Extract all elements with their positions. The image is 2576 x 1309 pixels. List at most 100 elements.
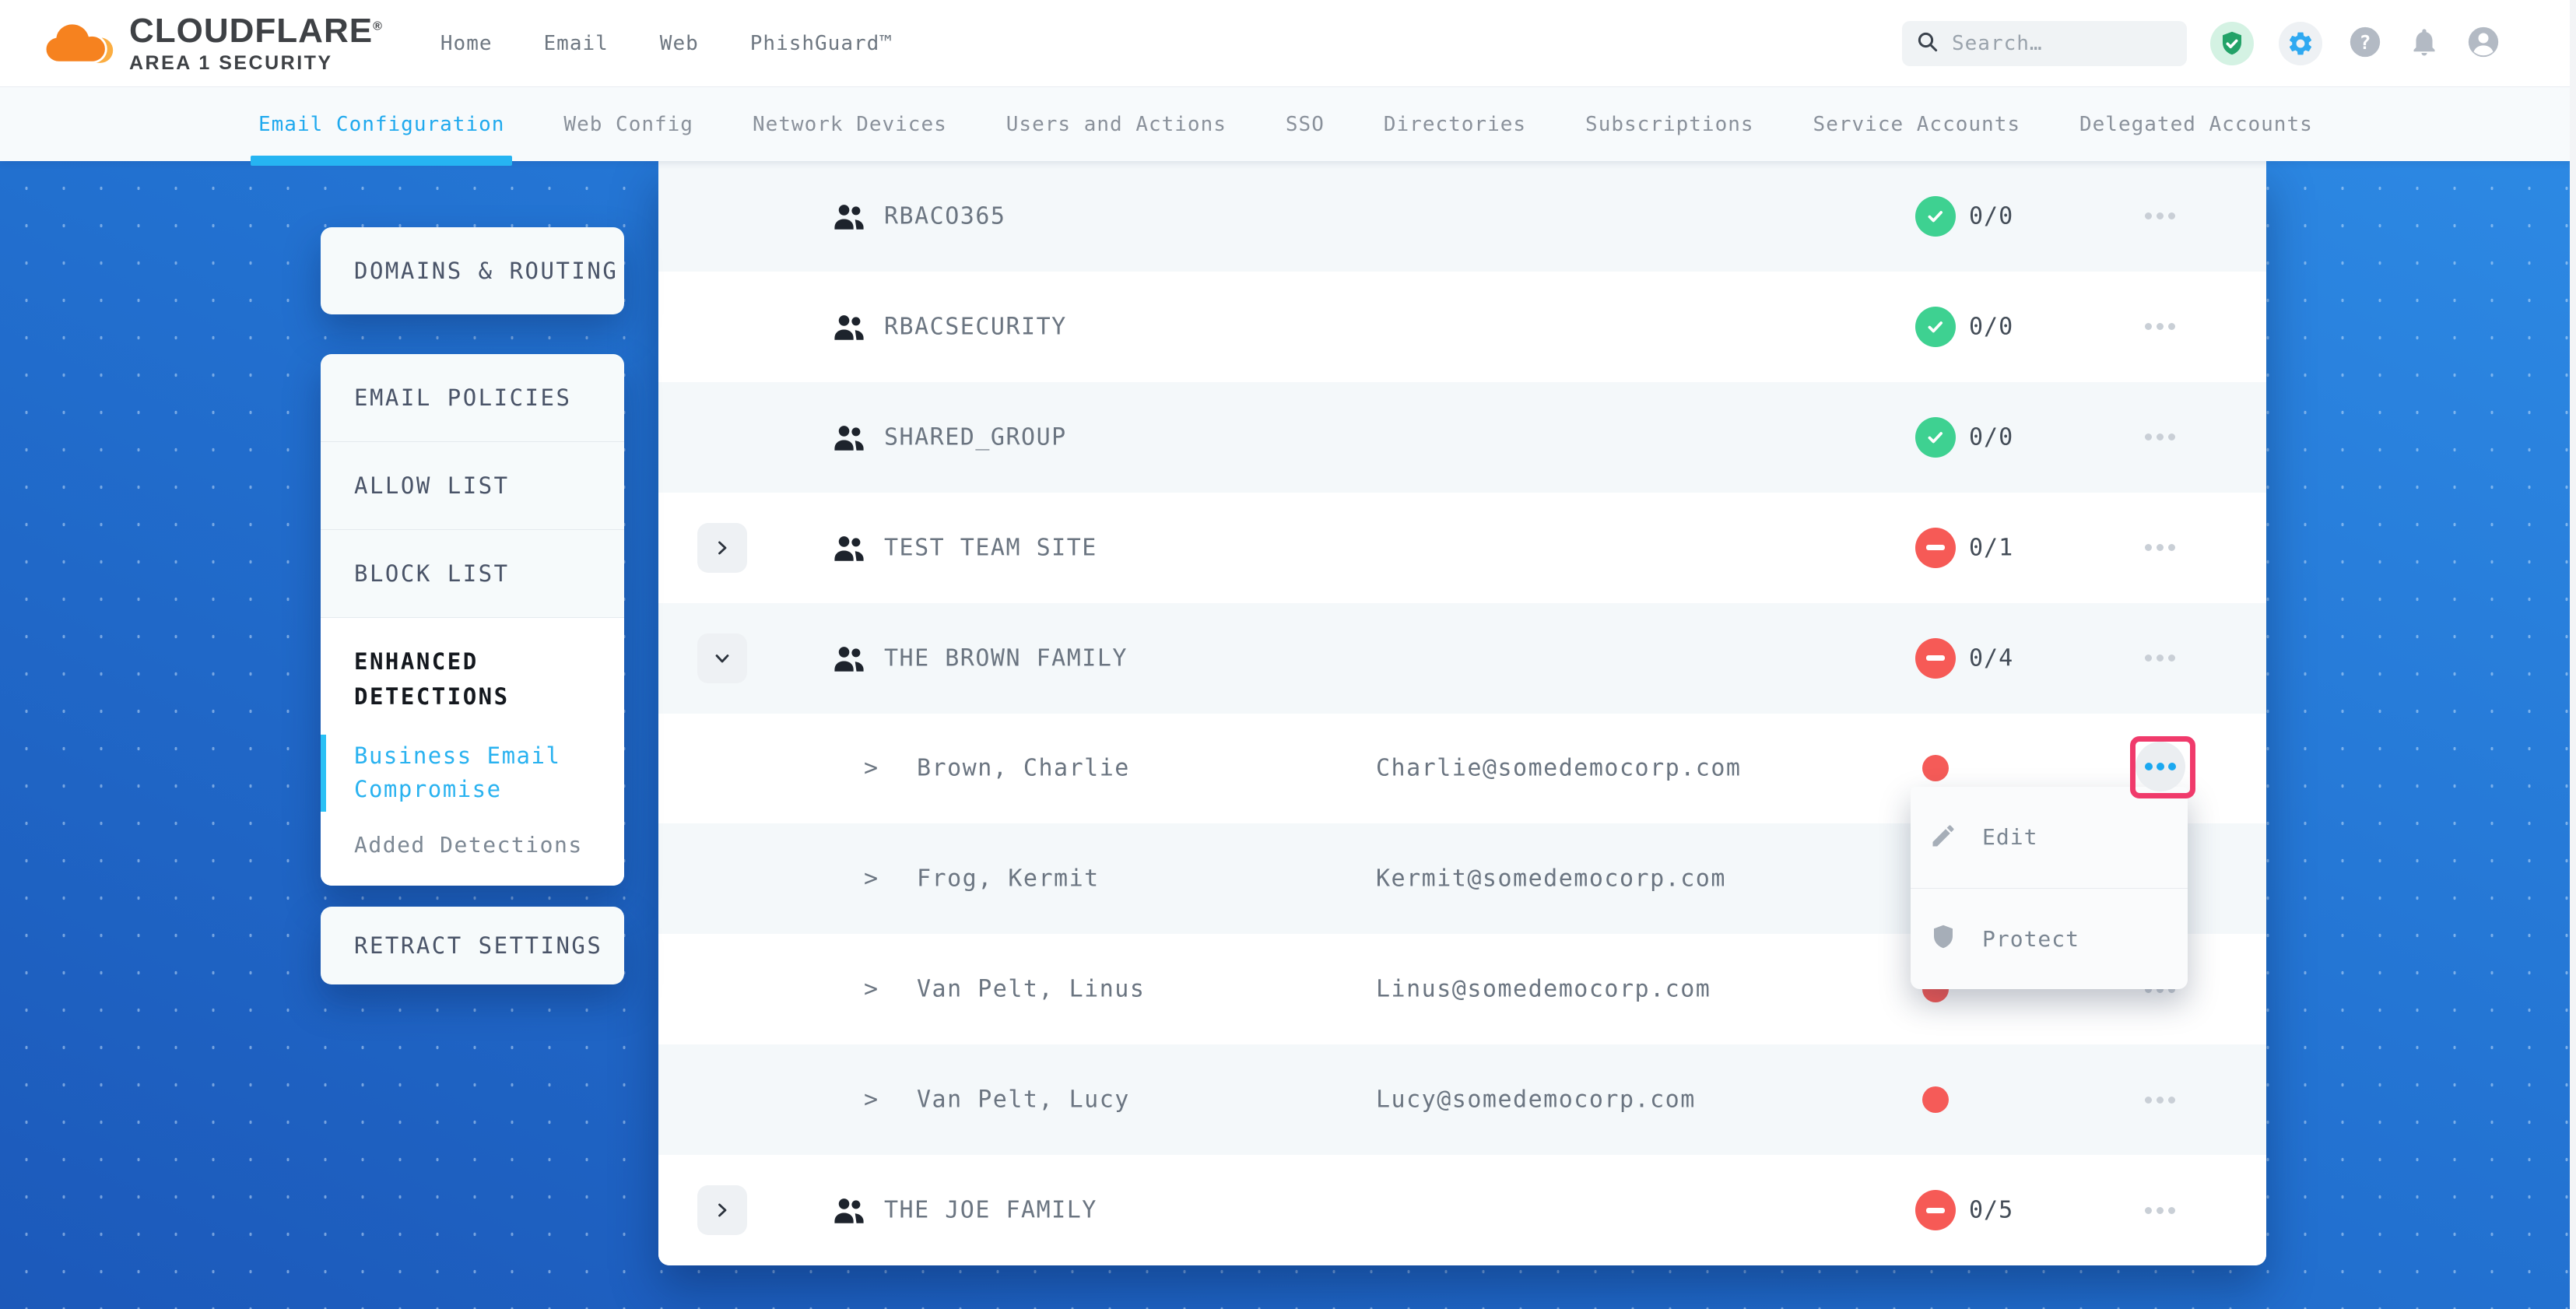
expand-chevron-button[interactable]	[697, 523, 747, 573]
row-menu-button[interactable]	[2129, 1187, 2191, 1234]
user-name: Frog, Kermit	[917, 865, 1100, 893]
sidebar-item-enhanced-detections[interactable]: ENHANCED DETECTIONS	[354, 644, 591, 714]
chevron-right-icon[interactable]: >	[864, 976, 878, 1003]
table-row-group: RBACSECURITY 0/0	[658, 272, 2266, 382]
table-row-group: TEST TEAM SITE 0/1	[658, 493, 2266, 603]
status-badge	[1915, 638, 1956, 679]
sidebar-item-added-detections[interactable]: Added Detections	[354, 832, 591, 858]
row-menu-button[interactable]	[2129, 193, 2191, 240]
row-menu-button[interactable]	[2129, 635, 2191, 682]
sidebar-item-email-policies[interactable]: EMAIL POLICIES	[321, 354, 624, 442]
group-icon	[833, 202, 865, 231]
row-menu-button[interactable]	[2129, 525, 2191, 571]
cloudflare-logo[interactable]: CLOUDFLARE® AREA 1 SECURITY	[44, 14, 383, 73]
group-table: RBACO365 0/0 RBACSECURITY 0/0 SHARED_GRO…	[658, 161, 2266, 1265]
member-count: 0/0	[1969, 202, 2013, 230]
group-name: THE JOE FAMILY	[884, 1197, 1097, 1224]
menu-item-edit[interactable]: Edit	[1911, 787, 2188, 888]
member-count: 0/5	[1969, 1197, 2013, 1224]
table-row-group: THE BROWN FAMILY 0/4	[658, 603, 2266, 714]
cloudflare-cloud-icon	[44, 19, 115, 68]
member-count: 0/4	[1969, 644, 2013, 672]
user-name: Brown, Charlie	[917, 755, 1130, 782]
help-icon[interactable]: ?	[2347, 24, 2383, 63]
svg-text:?: ?	[2360, 30, 2371, 53]
table-row-group: RBACO365 0/0	[658, 161, 2266, 272]
group-name: SHARED_GROUP	[884, 423, 1067, 451]
group-name: RBACSECURITY	[884, 313, 1067, 340]
group-icon	[833, 312, 865, 342]
shield-icon	[1929, 923, 1957, 954]
menu-item-protect[interactable]: Protect	[1911, 888, 2188, 990]
group-icon	[833, 644, 865, 673]
user-name: Van Pelt, Linus	[917, 976, 1145, 1003]
status-badge	[1915, 196, 1956, 237]
user-email: Lucy@somedemocorp.com	[1376, 1086, 1696, 1114]
top-nav-item[interactable]: Email	[544, 32, 609, 55]
brand-subtitle: AREA 1 SECURITY	[129, 54, 383, 73]
tab-users-and-actions[interactable]: Users and Actions	[998, 87, 1234, 161]
menu-item-label: Edit	[1982, 824, 2037, 850]
sidebar-card-retract-settings[interactable]: RETRACT SETTINGS	[321, 907, 624, 984]
sidebar-card-policies: EMAIL POLICIES ALLOW LIST BLOCK LIST ENH…	[321, 354, 624, 886]
page-background: CLOUDFLARE® AREA 1 SECURITY Home Email Web…	[0, 0, 2576, 1309]
top-nav-item[interactable]: Web	[660, 32, 699, 55]
member-count: 0/0	[1969, 423, 2013, 451]
sidebar-card-domains-routing[interactable]: DOMAINS & ROUTING	[321, 227, 624, 314]
tab-email-configuration[interactable]: Email Configuration	[251, 87, 512, 161]
sidebar-item-domains-routing[interactable]: DOMAINS & ROUTING	[321, 258, 618, 284]
chevron-right-icon[interactable]: >	[864, 755, 878, 782]
user-name: Van Pelt, Lucy	[917, 1086, 1130, 1114]
sidebar-section-enhanced-detections: ENHANCED DETECTIONS Business Email Compr…	[321, 618, 624, 886]
status-badge	[1915, 307, 1956, 347]
tab-network-devices[interactable]: Network Devices	[745, 87, 955, 161]
pencil-icon	[1929, 822, 1957, 853]
tab-directories[interactable]: Directories	[1376, 87, 1534, 161]
row-menu-button[interactable]	[2129, 304, 2191, 350]
sidebar-item-business-email-compromise[interactable]: Business Email Compromise	[321, 735, 591, 812]
row-menu-button[interactable]	[2129, 414, 2191, 461]
table-row-user: > Van Pelt, Lucy Lucy@somedemocorp.com	[658, 1044, 2266, 1155]
member-count: 0/0	[1969, 313, 2013, 340]
user-email: Linus@somedemocorp.com	[1376, 976, 1711, 1003]
tab-sso[interactable]: SSO	[1278, 87, 1332, 161]
group-name: RBACO365	[884, 202, 1006, 230]
tab-subscriptions[interactable]: Subscriptions	[1578, 87, 1762, 161]
chevron-right-icon[interactable]: >	[864, 1086, 878, 1114]
tab-web-config[interactable]: Web Config	[556, 87, 701, 161]
sidebar-item-retract-settings[interactable]: RETRACT SETTINGS	[321, 932, 602, 959]
brand-title: CLOUDFLARE®	[129, 14, 383, 48]
section-tab-bar: Email Configuration Web Config Network Dev…	[0, 87, 2576, 161]
user-email: Kermit@somedemocorp.com	[1376, 865, 1726, 893]
group-icon	[833, 533, 865, 563]
group-icon	[833, 1195, 865, 1225]
highlight-annotation-box	[2130, 736, 2195, 798]
search-box[interactable]	[1902, 21, 2187, 66]
status-badge	[1915, 528, 1956, 568]
group-name: TEST TEAM SITE	[884, 534, 1097, 561]
table-row-group: SHARED_GROUP 0/0	[658, 382, 2266, 493]
top-nav-item[interactable]: PhishGuard™	[750, 32, 893, 55]
expand-chevron-button[interactable]	[697, 1185, 747, 1235]
member-count: 0/1	[1969, 534, 2013, 561]
chevron-right-icon[interactable]: >	[864, 865, 878, 893]
user-icon[interactable]	[2465, 24, 2501, 63]
search-input[interactable]	[1950, 31, 2173, 56]
menu-item-label: Protect	[1982, 926, 2079, 952]
alert-dot	[1922, 755, 1949, 781]
alert-dot	[1922, 1086, 1949, 1113]
status-badge	[1915, 417, 1956, 458]
bell-icon[interactable]	[2408, 26, 2441, 61]
sidebar-item-allow-list[interactable]: ALLOW LIST	[321, 442, 624, 530]
row-menu-button[interactable]	[2129, 1076, 2191, 1123]
search-icon	[1916, 30, 1939, 57]
expand-chevron-button[interactable]	[697, 633, 747, 683]
sidebar-item-block-list[interactable]: BLOCK LIST	[321, 530, 624, 618]
tab-delegated-accounts[interactable]: Delegated Accounts	[2072, 87, 2321, 161]
top-nav: Home Email Web PhishGuard™	[440, 32, 893, 55]
top-nav-item[interactable]: Home	[440, 32, 493, 55]
tab-service-accounts[interactable]: Service Accounts	[1806, 87, 2028, 161]
scrollbar-track[interactable]	[2570, 0, 2576, 1309]
shield-check-icon[interactable]	[2210, 22, 2254, 65]
gear-icon[interactable]	[2279, 22, 2322, 65]
